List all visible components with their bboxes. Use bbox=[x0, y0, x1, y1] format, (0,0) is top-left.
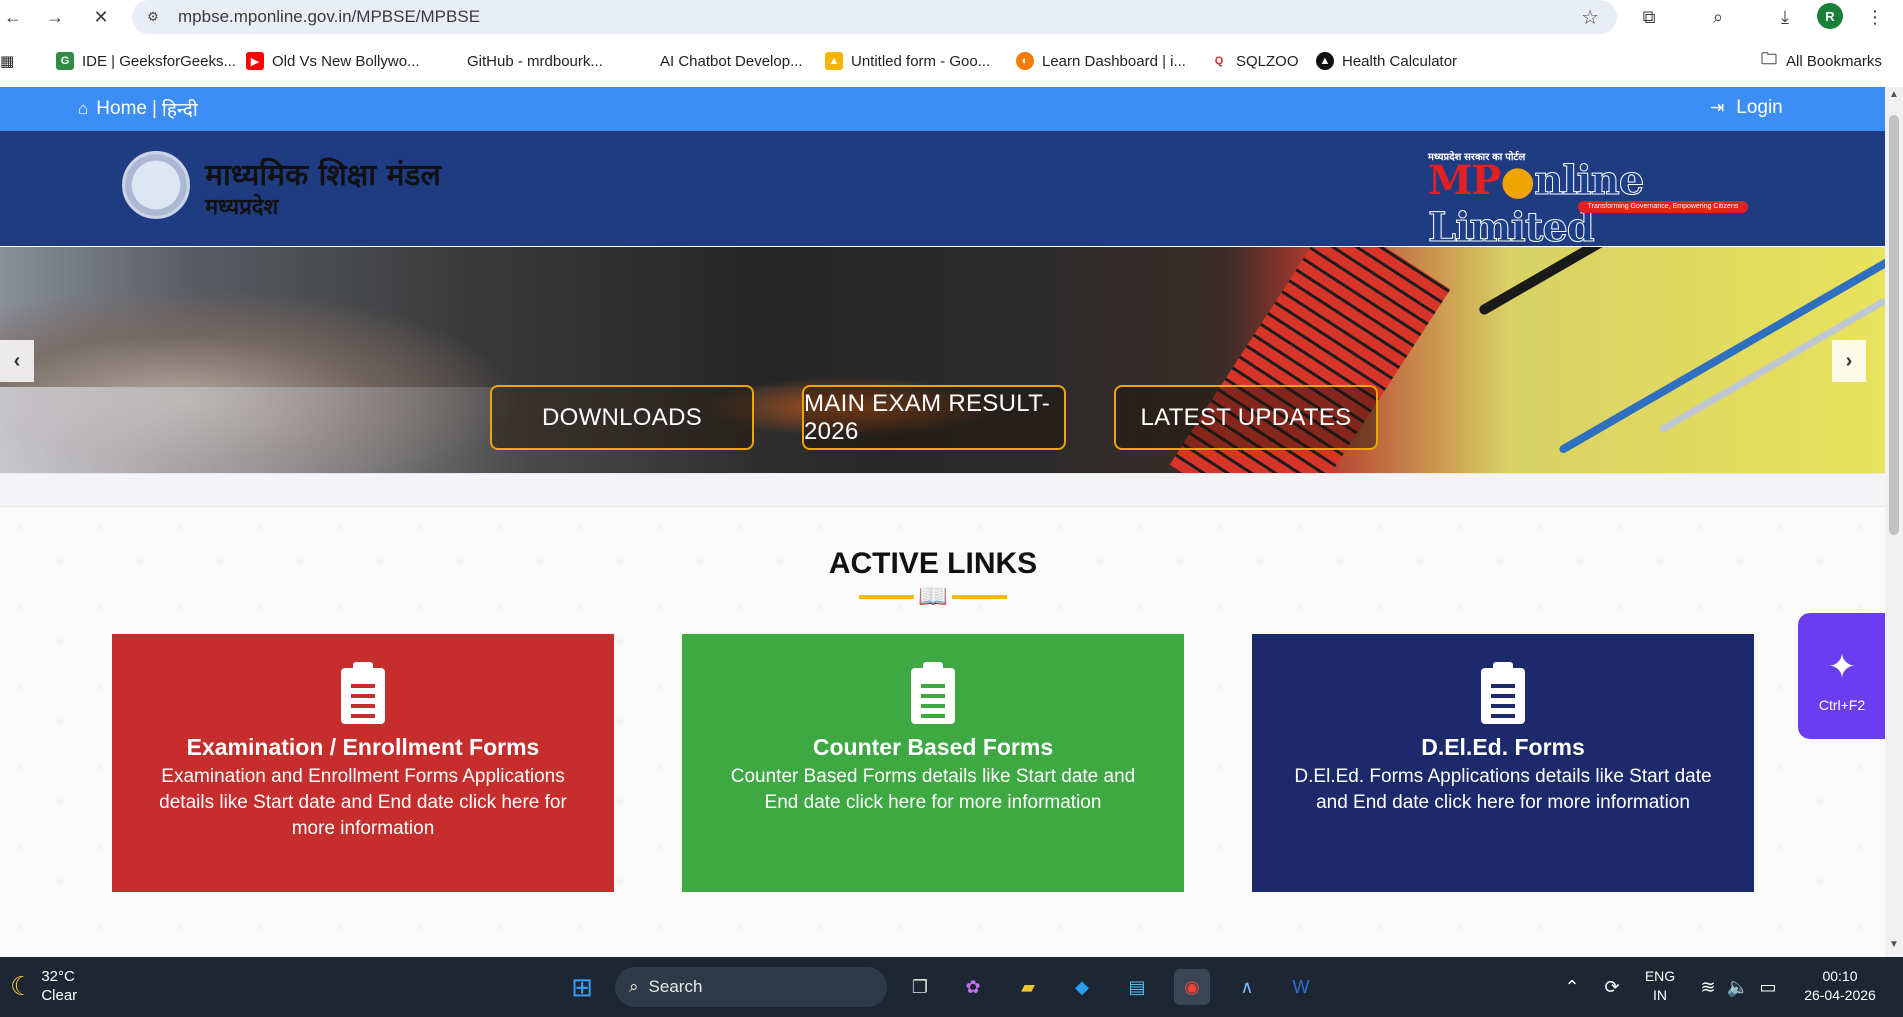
show-hidden-icons[interactable]: ⌃ bbox=[1554, 969, 1590, 1005]
book-icon: 📖 bbox=[918, 583, 948, 610]
main-exam-result-button[interactable]: MAIN EXAM RESULT-2026 bbox=[802, 385, 1066, 450]
copilot-icon[interactable]: ✿ bbox=[955, 969, 991, 1005]
browser-toolbar: ← → ✕ ⚙ mpbse.mponline.gov.in/MPBSE/MPBS… bbox=[0, 0, 1903, 34]
bookmark-sqlzoo[interactable]: Q SQLZOO bbox=[1210, 50, 1299, 72]
hindi-link[interactable]: हिन्दी bbox=[162, 96, 198, 122]
dashboard-icon: ◐ bbox=[1016, 52, 1034, 70]
youtube-icon: ▶ bbox=[246, 52, 264, 70]
bookmark-ai-chatbot[interactable]: AI Chatbot Develop... bbox=[634, 50, 803, 72]
back-icon[interactable]: ← bbox=[0, 4, 26, 30]
section-divider: 📖 bbox=[859, 584, 1007, 610]
latest-updates-button[interactable]: LATEST UPDATES bbox=[1114, 385, 1378, 450]
card-description: D.El.Ed. Forms Applications details like… bbox=[1294, 766, 1712, 813]
file-explorer-icon[interactable]: ▰ bbox=[1010, 969, 1046, 1005]
board-subtitle: मध्यप्रदेश bbox=[205, 194, 279, 220]
page-scrollbar[interactable]: ▲ ▼ bbox=[1885, 87, 1903, 957]
search-icon: ⌕ bbox=[629, 977, 639, 996]
clipboard-icon bbox=[341, 662, 385, 724]
folder-icon: 🗀 bbox=[1760, 50, 1777, 68]
card-title: Counter Based Forms bbox=[812, 734, 1054, 760]
web-page: ⌂ Home | हिन्दी ⇥ Login माध्यमिक शिक्षा … bbox=[0, 87, 1885, 957]
chrome-icon[interactable]: ◉ bbox=[1174, 969, 1210, 1005]
counter-based-card[interactable]: Counter Based Forms Counter Based Forms … bbox=[682, 634, 1184, 892]
profile-avatar[interactable]: R bbox=[1817, 3, 1843, 29]
clock[interactable]: 00:10 26-04-2026 bbox=[1790, 967, 1890, 1005]
cast-search-icon[interactable]: ⌕ bbox=[1705, 4, 1731, 30]
bookmark-github[interactable]: GitHub - mrdbourk... bbox=[441, 50, 603, 72]
deled-forms-card[interactable]: D.El.Ed. Forms D.El.Ed. Forms Applicatio… bbox=[1252, 634, 1754, 892]
clipboard-icon bbox=[911, 662, 955, 724]
bookmark-google-form[interactable]: ▲ Untitled form - Goo... bbox=[825, 50, 990, 72]
exam-enrollment-card[interactable]: Examination / Enrollment Forms Examinati… bbox=[112, 634, 614, 892]
bookmark-star-icon[interactable]: ☆ bbox=[1581, 5, 1599, 30]
site-info-icon[interactable]: ⚙ bbox=[140, 4, 166, 30]
scroll-down-icon[interactable]: ▼ bbox=[1888, 939, 1900, 950]
windows-start-icon[interactable]: ⊞ bbox=[564, 969, 600, 1005]
all-bookmarks[interactable]: 🗀 All Bookmarks bbox=[1760, 50, 1882, 72]
sqlzoo-icon: Q bbox=[1210, 52, 1228, 70]
bookmark-youtube[interactable]: ▶ Old Vs New Bollywo... bbox=[246, 50, 420, 72]
top-nav-bar: ⌂ Home | हिन्दी ⇥ Login bbox=[0, 87, 1885, 131]
home-icon[interactable]: ⌂ bbox=[78, 99, 88, 119]
site-header: माध्यमिक शिक्षा मंडल मध्यप्रदेश मध्यप्रद… bbox=[0, 131, 1885, 252]
login-link[interactable]: ⇥ Login bbox=[1710, 97, 1783, 119]
section-title: ACTIVE LINKS bbox=[828, 547, 1038, 580]
stop-loading-icon[interactable]: ✕ bbox=[88, 4, 114, 30]
vscode-icon[interactable]: ◆ bbox=[1064, 969, 1100, 1005]
bookmark-gfg[interactable]: G IDE | GeeksforGeeks... bbox=[56, 50, 236, 72]
battery-icon[interactable]: ▭ bbox=[1750, 969, 1786, 1005]
accessibility-widget[interactable]: ✦ Ctrl+F2 bbox=[1798, 613, 1885, 739]
word-icon[interactable]: W bbox=[1283, 969, 1319, 1005]
apps-grid-icon[interactable]: ▦ bbox=[0, 50, 14, 72]
scrollbar-thumb[interactable] bbox=[1889, 115, 1899, 535]
gfg-icon: G bbox=[56, 52, 74, 70]
mponline-logo[interactable]: मध्यप्रदेश सरकार का पोर्टल MP●nline Limi… bbox=[1427, 149, 1750, 252]
url-text[interactable]: mpbse.mponline.gov.in/MPBSE/MPBSE bbox=[178, 7, 480, 27]
sync-icon[interactable]: ⟳ bbox=[1594, 969, 1630, 1005]
extensions-icon[interactable]: ⧉ bbox=[1636, 4, 1662, 30]
clipboard-icon bbox=[1481, 662, 1525, 724]
address-bar[interactable]: ⚙ mpbse.mponline.gov.in/MPBSE/MPBSE ☆ bbox=[132, 0, 1617, 34]
health-icon: ▲ bbox=[1316, 52, 1334, 70]
forward-icon[interactable]: → bbox=[42, 4, 68, 30]
drive-icon: ▲ bbox=[825, 52, 843, 70]
menu-icon[interactable]: ⋮ bbox=[1862, 4, 1888, 30]
board-emblem-logo[interactable] bbox=[122, 151, 190, 219]
divider-band bbox=[0, 473, 1885, 507]
card-title: Examination / Enrollment Forms bbox=[186, 734, 540, 760]
moon-icon: ☾ bbox=[10, 970, 34, 1001]
card-title: D.El.Ed. Forms bbox=[1421, 734, 1585, 760]
login-icon: ⇥ bbox=[1710, 98, 1725, 117]
downloads-button[interactable]: DOWNLOADS bbox=[490, 385, 754, 450]
download-icon[interactable]: ⤓ bbox=[1772, 4, 1798, 30]
scroll-up-icon[interactable]: ▲ bbox=[1888, 89, 1900, 100]
card-description: Counter Based Forms details like Start d… bbox=[730, 766, 1136, 813]
board-title: माध्यमिक शिक्षा मंडल bbox=[205, 158, 441, 193]
card-description: Examination and Enrollment Forms Applica… bbox=[159, 766, 567, 839]
carousel-next-icon[interactable]: › bbox=[1832, 340, 1866, 382]
taskbar-search[interactable]: ⌕ Search bbox=[615, 967, 887, 1007]
bookmarks-bar: ▦ G IDE | GeeksforGeeks... ▶ Old Vs New … bbox=[0, 44, 1903, 78]
weather-widget[interactable]: ☾ 32°C Clear bbox=[10, 967, 77, 1005]
bookmark-learn-dashboard[interactable]: ◐ Learn Dashboard | i... bbox=[1016, 50, 1186, 72]
accessibility-icon: ✦ bbox=[1827, 648, 1857, 686]
language-indicator[interactable]: ENG IN bbox=[1640, 967, 1680, 1005]
carousel-prev-icon[interactable]: ‹ bbox=[0, 340, 34, 382]
app-a-icon[interactable]: ∧ bbox=[1229, 969, 1265, 1005]
home-link[interactable]: Home bbox=[96, 98, 147, 120]
notepad-icon[interactable]: ▤ bbox=[1119, 969, 1155, 1005]
taskbar: ☾ 32°C Clear ⊞ ⌕ Search ❐ ✿ ▰ ◆ ▤ ◉ ∧ W … bbox=[0, 957, 1903, 1017]
page-icon bbox=[634, 52, 652, 70]
bookmark-health-calculator[interactable]: ▲ Health Calculator bbox=[1316, 50, 1457, 72]
github-icon bbox=[441, 52, 459, 70]
task-view-icon[interactable]: ❐ bbox=[902, 969, 938, 1005]
